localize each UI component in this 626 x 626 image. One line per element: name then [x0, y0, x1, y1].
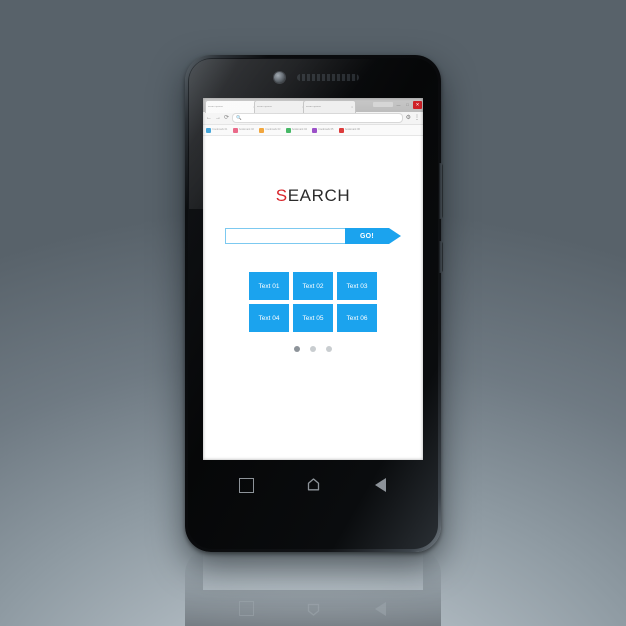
- close-window-icon[interactable]: ✕: [413, 100, 422, 109]
- reflection-recent-apps-icon: [239, 601, 254, 616]
- bookmark-label: bookmark 01: [212, 127, 228, 131]
- tab-label: Lorem ipsum: [257, 105, 272, 108]
- pagination-dot[interactable]: [294, 346, 300, 352]
- front-camera-icon: [274, 72, 285, 83]
- search-input[interactable]: [225, 228, 345, 244]
- menu-icon[interactable]: ⋮: [414, 115, 420, 121]
- bookmark-item[interactable]: bookmark 06: [338, 127, 360, 133]
- bookmark-label: bookmark 05: [318, 127, 334, 131]
- browser-tab-bar: Lorem ipsum × Lorem ipsum × Lorem ipsum …: [203, 98, 423, 113]
- bookmark-label: bookmark 03: [265, 127, 281, 131]
- forward-icon[interactable]: →: [215, 115, 221, 121]
- close-icon[interactable]: ×: [351, 105, 353, 109]
- device-reflection: [185, 548, 441, 626]
- pagination-dot[interactable]: [310, 346, 316, 352]
- reflection-home-icon: [307, 598, 320, 616]
- speaker-grille-icon: [297, 74, 359, 81]
- gear-icon[interactable]: ⚙: [406, 115, 411, 121]
- tile-item[interactable]: Text 05: [293, 304, 333, 332]
- bookmark-icon: [312, 127, 317, 133]
- bookmark-icon: [285, 127, 291, 133]
- address-bar[interactable]: 🔍: [232, 113, 403, 123]
- tile-grid: Text 01 Text 02 Text 03 Text 04 Text 05 …: [247, 272, 379, 332]
- power-button[interactable]: [439, 241, 443, 273]
- reflection-screen: [203, 548, 423, 590]
- tab-label: Lorem ipsum: [306, 105, 321, 108]
- tab-label: Lorem ipsum: [208, 105, 223, 108]
- phone-screen: Lorem ipsum × Lorem ipsum × Lorem ipsum …: [203, 98, 423, 460]
- page-title-rest: EARCH: [287, 186, 351, 205]
- go-arrow-icon: [389, 228, 401, 244]
- go-button[interactable]: GO!: [345, 228, 389, 244]
- browser-tab[interactable]: Lorem ipsum ×: [254, 100, 307, 113]
- window-controls: — □ ✕: [373, 99, 422, 110]
- bookmark-label: bookmark 02: [239, 127, 254, 131]
- browser-tab[interactable]: Lorem ipsum ×: [205, 100, 258, 113]
- bookmark-item[interactable]: bookmark 03: [259, 127, 281, 133]
- back-icon[interactable]: ←: [206, 115, 212, 121]
- home-icon[interactable]: [307, 478, 320, 491]
- search-form: GO!: [225, 228, 401, 244]
- reload-icon[interactable]: ⟳: [224, 115, 229, 121]
- bookmark-icon: [206, 127, 211, 133]
- tile-item[interactable]: Text 06: [337, 304, 377, 332]
- bookmark-item[interactable]: bookmark 02: [232, 127, 254, 133]
- tile-item[interactable]: Text 04: [249, 304, 289, 332]
- page-content: SEARCH GO! Text 01 Text 02 Text 03 Text …: [203, 136, 423, 460]
- bookmark-label: bookmark 06: [345, 127, 360, 131]
- pagination-dot[interactable]: [326, 346, 332, 352]
- minimize-icon[interactable]: —: [395, 102, 402, 107]
- tile-item[interactable]: Text 01: [249, 272, 289, 300]
- tile-item[interactable]: Text 03: [337, 272, 377, 300]
- bookmark-label: bookmark 04: [292, 127, 307, 131]
- bookmark-icon: [338, 127, 344, 133]
- window-drag-handle[interactable]: [373, 102, 393, 107]
- bookmark-icon: [259, 127, 264, 133]
- reflection-back-icon: [375, 602, 386, 616]
- phone-device: Lorem ipsum × Lorem ipsum × Lorem ipsum …: [185, 55, 443, 552]
- pagination-dots: [203, 346, 423, 352]
- page-title-accent-letter: S: [275, 186, 288, 205]
- android-nav-bar: [185, 468, 441, 512]
- bookmark-item[interactable]: bookmark 01: [206, 127, 228, 133]
- bookmark-icon: [232, 127, 238, 133]
- earpiece-row: [185, 71, 441, 85]
- tile-item[interactable]: Text 02: [293, 272, 333, 300]
- maximize-icon[interactable]: □: [404, 102, 411, 107]
- browser-tab[interactable]: Lorem ipsum ×: [303, 100, 356, 113]
- volume-button[interactable]: [439, 163, 443, 219]
- search-icon: 🔍: [236, 114, 242, 120]
- recent-apps-icon[interactable]: [239, 478, 254, 493]
- scene: Lorem ipsum × Lorem ipsum × Lorem ipsum …: [0, 0, 626, 626]
- bookmark-item[interactable]: bookmark 04: [285, 127, 307, 133]
- back-icon[interactable]: [375, 478, 386, 492]
- page-title: SEARCH: [203, 136, 423, 206]
- browser-toolbar: ← → ⟳ 🔍 ⚙ ⋮: [203, 112, 423, 125]
- bookmark-item[interactable]: bookmark 05: [312, 127, 334, 133]
- bookmarks-bar: bookmark 01 bookmark 02 bookmark 03 book…: [203, 125, 423, 136]
- reflection-nav-bar: [185, 594, 441, 620]
